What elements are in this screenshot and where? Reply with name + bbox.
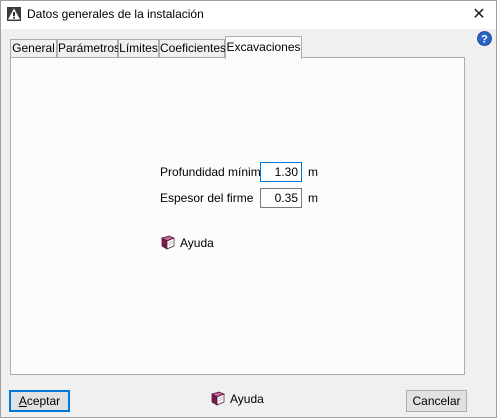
window-title: Datos generales de la instalación bbox=[27, 7, 204, 21]
tab-general[interactable]: General bbox=[10, 39, 57, 58]
title-bar: Datos generales de la instalación ✕ bbox=[1, 1, 496, 29]
footer-help-link[interactable]: Ayuda bbox=[210, 390, 270, 408]
accept-label-rest: ceptar bbox=[26, 394, 61, 408]
tab-label: Límites bbox=[119, 41, 158, 55]
cancel-button[interactable]: Cancelar bbox=[406, 390, 467, 412]
espesor-label: Espesor del firme bbox=[160, 191, 254, 205]
book-icon bbox=[211, 391, 225, 406]
accept-button[interactable]: Aceptar bbox=[9, 390, 70, 412]
tab-excavaciones[interactable]: Excavaciones bbox=[225, 36, 302, 59]
espesor-unit: m bbox=[308, 191, 318, 205]
profundidad-label: Profundidad mínima bbox=[160, 165, 268, 179]
tab-label: General bbox=[12, 41, 55, 55]
espesor-input[interactable] bbox=[260, 188, 302, 208]
warning-triangle-icon bbox=[7, 7, 21, 21]
book-icon bbox=[161, 235, 175, 250]
accept-mnemonic: A bbox=[18, 394, 27, 408]
cancel-label: Cancelar bbox=[412, 394, 461, 408]
tab-label: Coeficientes bbox=[160, 41, 227, 55]
tab-panel-excavaciones: Profundidad mínima m Espesor del firme m… bbox=[10, 57, 465, 375]
panel-help-label: Ayuda bbox=[180, 236, 214, 250]
close-button[interactable]: ✕ bbox=[468, 5, 490, 25]
profundidad-unit: m bbox=[308, 165, 318, 179]
footer-help-label: Ayuda bbox=[230, 392, 264, 406]
tab-parametros[interactable]: Parámetros bbox=[57, 39, 121, 58]
question-circle-icon[interactable]: ? bbox=[477, 31, 492, 46]
panel-help-link[interactable]: Ayuda bbox=[160, 234, 220, 252]
tab-coeficientes[interactable]: Coeficientes bbox=[159, 39, 227, 58]
tab-limites[interactable]: Límites bbox=[118, 39, 159, 58]
dialog-window: Datos generales de la instalación ✕ ? Ge… bbox=[0, 0, 497, 418]
tab-label: Excavaciones bbox=[226, 40, 301, 54]
tab-label: Parámetros bbox=[58, 41, 121, 55]
svg-text:?: ? bbox=[481, 33, 488, 45]
profundidad-input[interactable] bbox=[260, 162, 302, 182]
close-icon: ✕ bbox=[472, 6, 486, 23]
